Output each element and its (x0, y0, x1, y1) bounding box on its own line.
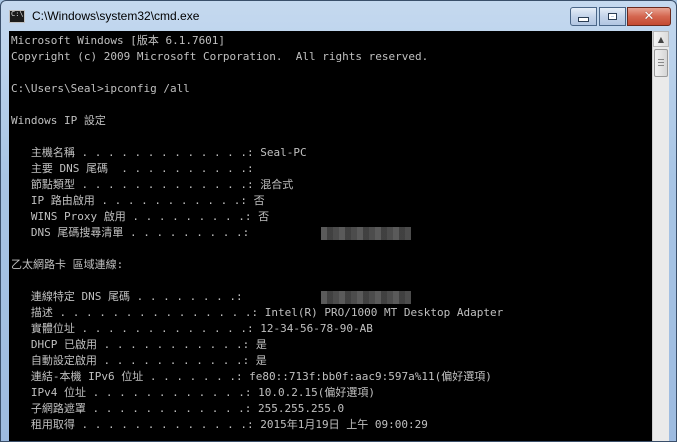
console-line: 子網路遮罩 . . . . . . . . . . . .: 255.255.2… (11, 402, 345, 415)
console-line: WINS Proxy 啟用 . . . . . . . . .: 否 (11, 210, 270, 223)
maximize-button[interactable] (599, 7, 626, 26)
cmd-window: C:\Windows\system32\cmd.exe ✕ Microsoft … (0, 0, 677, 442)
console-line: 描述 . . . . . . . . . . . . . . .: Intel(… (11, 306, 504, 319)
close-button[interactable]: ✕ (627, 7, 671, 26)
console-line: DNS 尾碼搜尋清單 . . . . . . . . .: (11, 226, 250, 239)
console-line: 自動設定啟用 . . . . . . . . . . .: 是 (11, 354, 267, 367)
redacted-value (321, 291, 411, 304)
console-line: 主要 DNS 尾碼 . . . . . . . . . .: (11, 162, 254, 175)
window-title: C:\Windows\system32\cmd.exe (32, 9, 200, 23)
scroll-up-button[interactable]: ▲ (653, 31, 669, 47)
console-line: DHCP 已啟用 . . . . . . . . . . .: 是 (11, 338, 267, 351)
console-line: IP 路由啟用 . . . . . . . . . . .: 否 (11, 194, 265, 207)
console-line: 節點類型 . . . . . . . . . . . . .: 混合式 (11, 178, 294, 191)
console-line: 租用取得 . . . . . . . . . . . . .: 2015年1月1… (11, 418, 428, 431)
arrow-up-icon: ▲ (657, 34, 665, 44)
console-line: 主機名稱 . . . . . . . . . . . . .: Seal-PC (11, 146, 307, 159)
maximize-icon (608, 13, 617, 20)
console-line: C:\Users\Seal>ipconfig /all (11, 82, 190, 95)
console-line: IPv4 位址 . . . . . . . . . . . .: 10.0.2.… (11, 386, 376, 399)
console-output[interactable]: Microsoft Windows [版本 6.1.7601] Copyright… (9, 31, 652, 441)
scroll-thumb[interactable] (654, 49, 668, 77)
close-icon: ✕ (643, 9, 655, 24)
cmd-app-icon[interactable] (9, 10, 25, 23)
title-bar[interactable]: C:\Windows\system32\cmd.exe ✕ (1, 1, 676, 31)
console-line: 乙太網路卡 區域連線: (11, 258, 124, 271)
console-line: 連結-本機 IPv6 位址 . . . . . . .: fe80::713f:… (11, 370, 492, 383)
console-line: 連線特定 DNS 尾碼 . . . . . . . .: (11, 290, 243, 303)
minimize-button[interactable] (570, 7, 597, 26)
redacted-value (321, 227, 411, 240)
console-line: Microsoft Windows [版本 6.1.7601] (11, 34, 226, 47)
minimize-icon (578, 17, 589, 22)
console-line: Windows IP 設定 (11, 114, 106, 127)
vertical-scrollbar[interactable]: ▲ (652, 31, 669, 441)
console-line: Copyright (c) 2009 Microsoft Corporation… (11, 50, 429, 63)
console-line: 實體位址 . . . . . . . . . . . . .: 12-34-56… (11, 322, 373, 335)
